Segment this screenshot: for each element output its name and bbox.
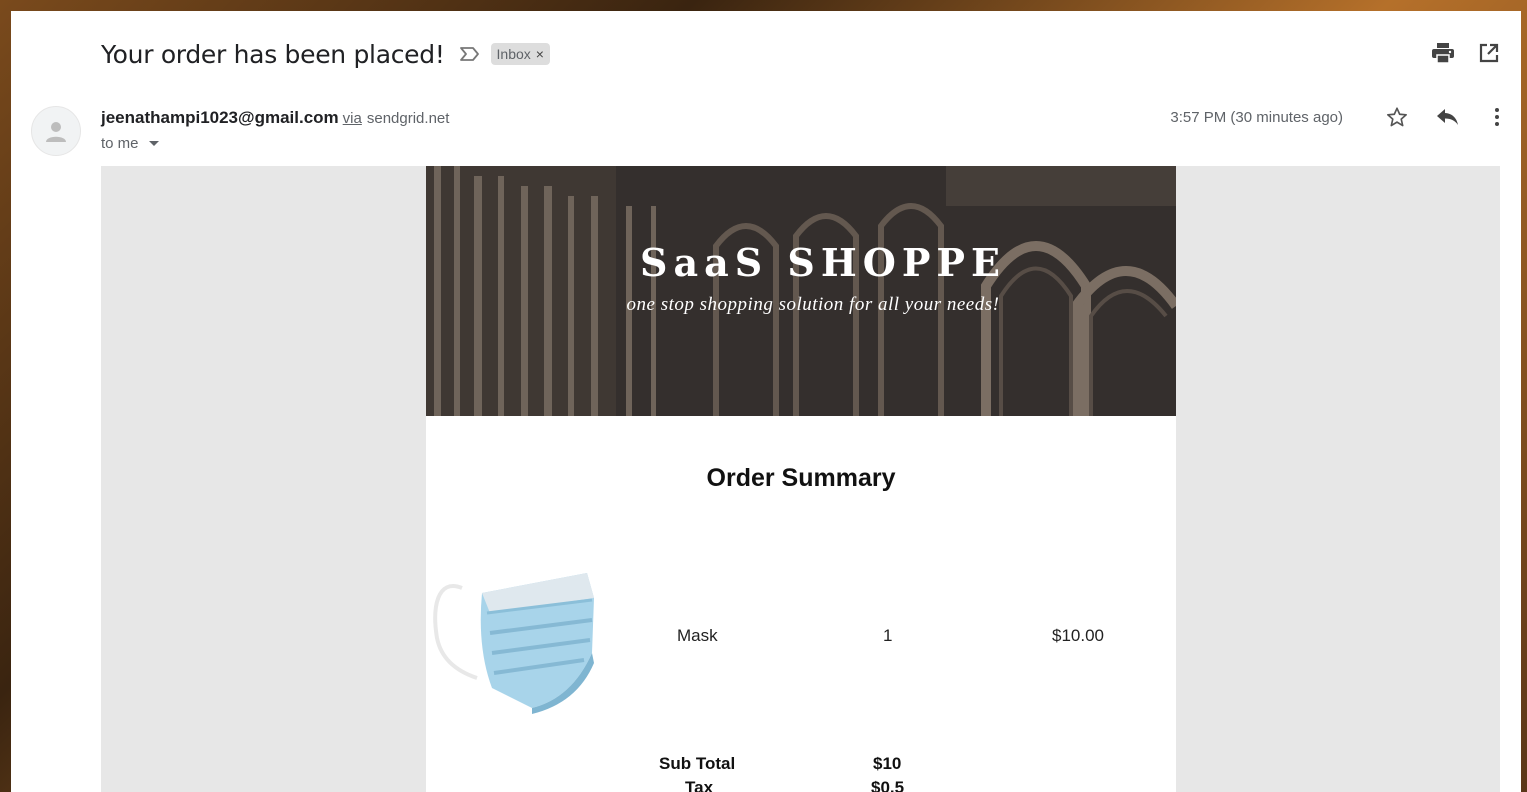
label-text: Inbox <box>496 46 531 62</box>
remove-label-button[interactable]: × <box>536 46 544 62</box>
star-icon[interactable] <box>1385 105 1409 129</box>
recipient-details-toggle[interactable]: to me <box>101 135 159 152</box>
subtotal-label: Sub Total <box>659 754 736 773</box>
building-architecture-image <box>426 166 1176 416</box>
item-name: Mask <box>677 626 718 645</box>
top-actions <box>1431 41 1501 65</box>
recipient-label: to me <box>101 135 139 152</box>
tax-value: $0.5 <box>871 778 905 792</box>
via-link[interactable]: via <box>343 110 362 127</box>
more-vert-icon[interactable] <box>1485 105 1509 129</box>
email-view: Your order has been placed! Inbox × jeen… <box>11 11 1521 792</box>
print-icon[interactable] <box>1431 41 1455 65</box>
timestamp: 3:57 PM (30 minutes ago) <box>1170 108 1343 126</box>
mask-icon <box>433 573 594 714</box>
chevron-down-icon <box>148 141 159 146</box>
sender-email[interactable]: jeenathampi1023@gmail.com <box>101 108 339 128</box>
avatar <box>31 106 81 156</box>
order-summary-title: Order Summary <box>706 464 896 492</box>
subtotal-value: $10 <box>873 754 902 773</box>
email-subject: Your order has been placed! <box>101 39 445 69</box>
message-actions: 3:57 PM (30 minutes ago) <box>1170 105 1509 129</box>
brand-title: SaaS SHOPPE <box>640 240 1006 285</box>
via-domain: sendgrid.net <box>366 110 450 127</box>
person-icon <box>46 122 66 142</box>
item-price: $10.00 <box>1052 626 1104 645</box>
important-marker-icon[interactable] <box>459 46 481 62</box>
tax-label: Tax <box>685 778 714 792</box>
email-content-card: SaaS SHOPPE one stop shopping solution f… <box>426 166 1176 792</box>
product-image-mask <box>432 568 598 714</box>
brand-tagline: one stop shopping solution for all your … <box>626 294 1000 315</box>
reply-icon[interactable] <box>1435 105 1459 129</box>
open-in-new-icon[interactable] <box>1477 41 1501 65</box>
inbox-label-chip: Inbox × <box>490 43 550 65</box>
brand-banner: SaaS SHOPPE one stop shopping solution f… <box>426 166 1176 416</box>
message-body: SaaS SHOPPE one stop shopping solution f… <box>101 166 1500 792</box>
subject-row: Your order has been placed! Inbox × <box>101 37 550 71</box>
sender-info: jeenathampi1023@gmail.com via sendgrid.n… <box>101 108 449 128</box>
item-quantity: 1 <box>883 626 893 645</box>
